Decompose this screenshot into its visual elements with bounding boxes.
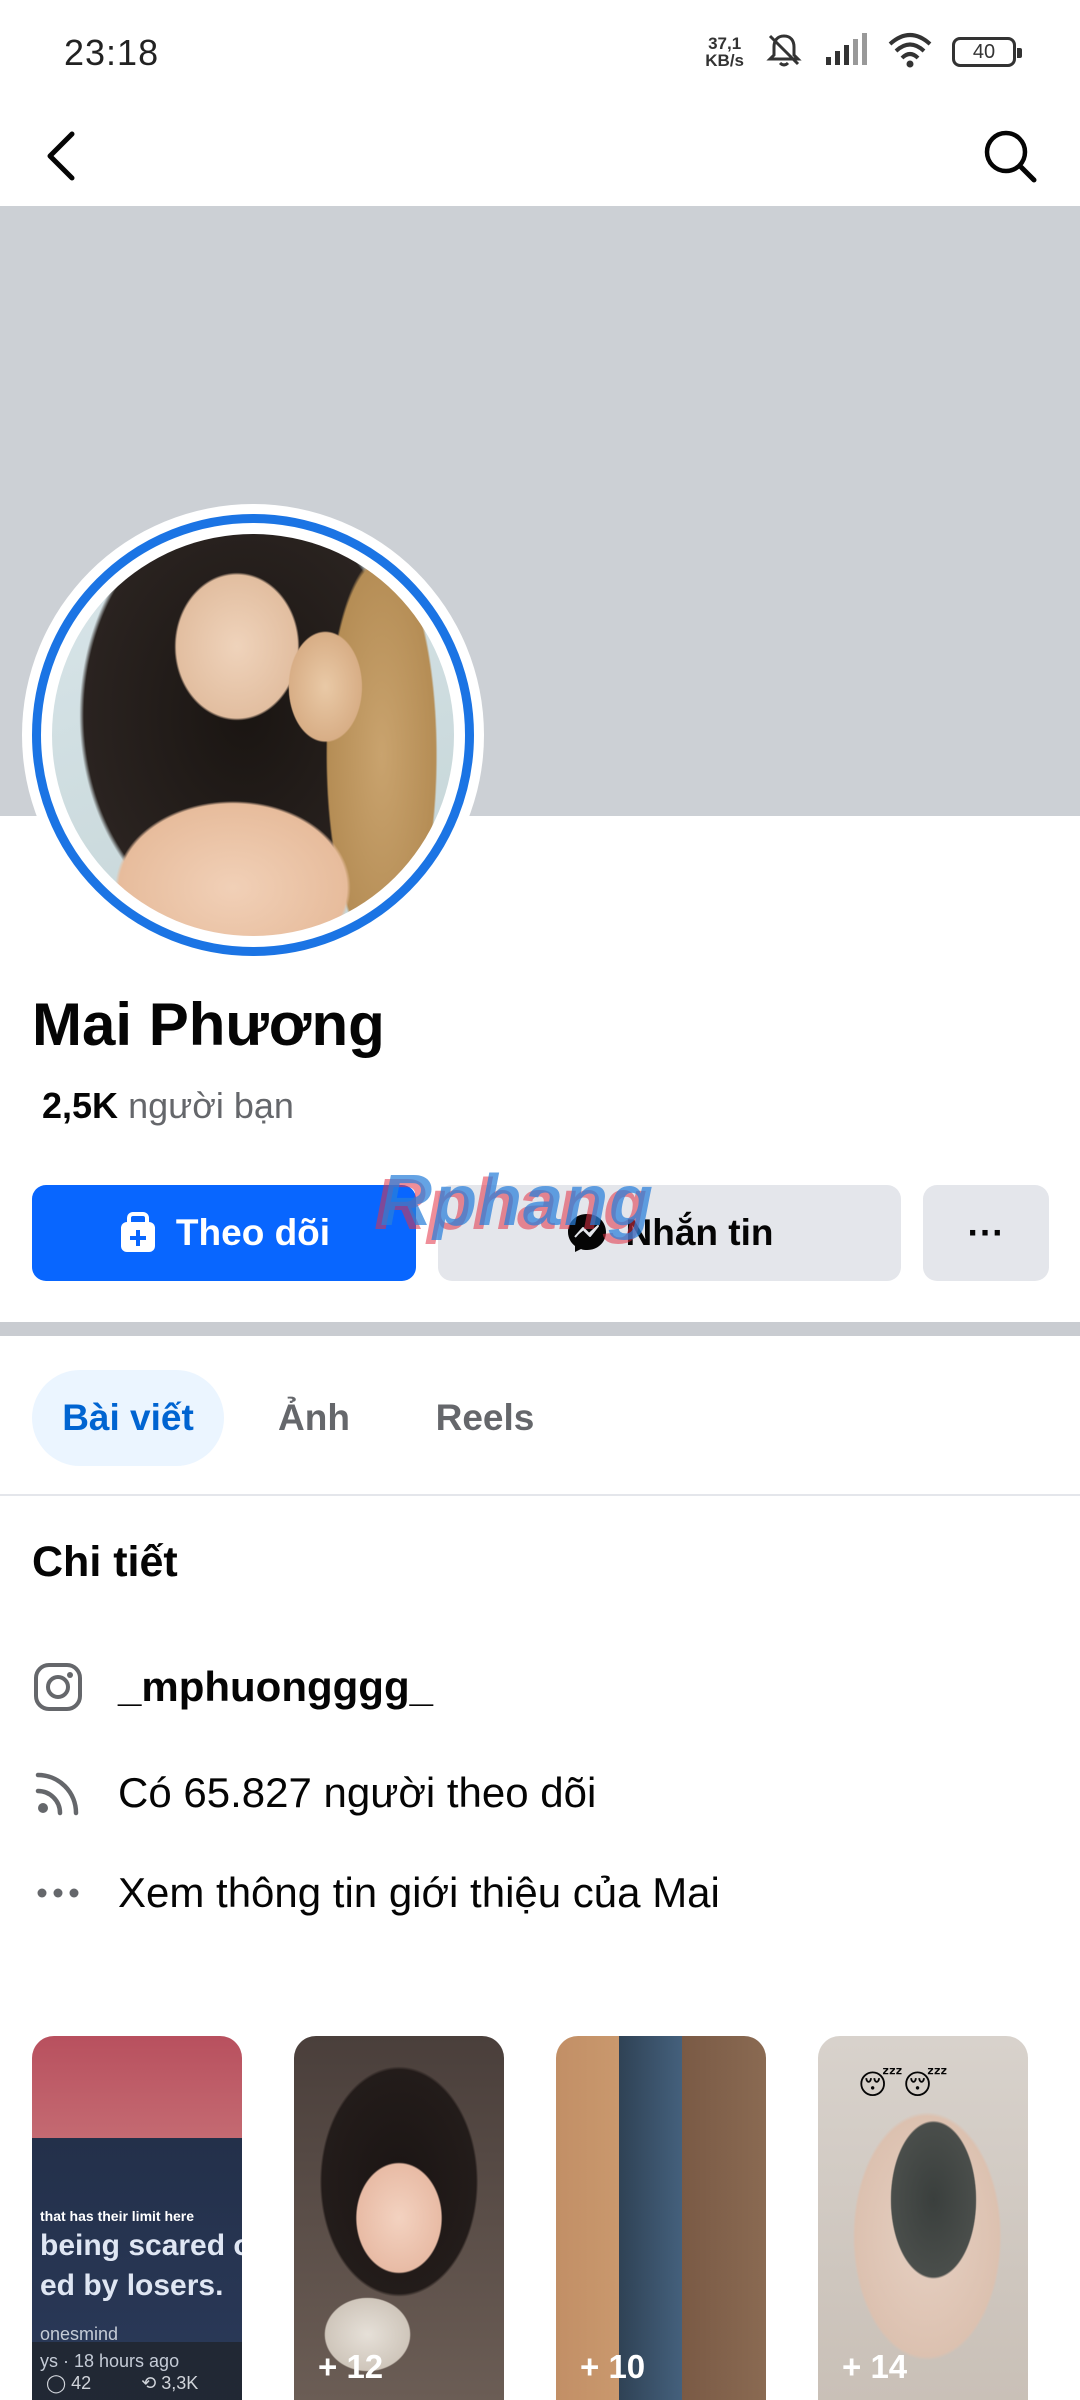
about-row[interactable]: Xem thông tin giới thiệu của Mai — [32, 1858, 720, 1928]
instagram-icon — [32, 1661, 84, 1713]
details-title: Chi tiết — [32, 1538, 178, 1586]
story-text: that has their limit here being scared o… — [40, 2208, 242, 2302]
mute-icon — [764, 30, 804, 75]
rss-icon — [32, 1767, 84, 1819]
watermark: Rphang — [380, 1161, 654, 1241]
tab-reels[interactable]: Reels — [410, 1370, 560, 1466]
section-divider — [0, 1322, 1080, 1336]
status-bar: 23:18 37,1 KB/s 40 — [0, 0, 1080, 106]
ellipsis-icon — [32, 1867, 84, 1919]
story-card[interactable]: + 10 — [556, 2036, 766, 2400]
story-count: + 10 — [580, 2348, 646, 2385]
featured-stories: that has their limit here being scared o… — [32, 2036, 1062, 2400]
story-count: + 14 — [842, 2348, 908, 2385]
instagram-handle: _mphuongggg_ — [118, 1663, 433, 1710]
follow-button[interactable]: Theo dõi — [32, 1185, 416, 1281]
instagram-link[interactable]: _mphuongggg_ — [32, 1652, 433, 1722]
avatar-image — [52, 534, 454, 936]
story-card[interactable]: 😴😴 + 14 — [818, 2036, 1028, 2400]
profile-avatar[interactable] — [22, 504, 484, 966]
friends-label: người bạn — [128, 1085, 294, 1126]
sleeping-emoji: 😴😴 — [858, 2069, 948, 2100]
story-meta: onesmind ys · 18 hours ago — [40, 2324, 180, 2371]
about-text: Xem thông tin giới thiệu của Mai — [118, 1869, 720, 1916]
more-icon: ··· — [967, 1212, 1005, 1253]
more-options-button[interactable]: ··· — [923, 1185, 1049, 1281]
top-nav-bar — [0, 106, 1080, 206]
network-speed: 37,1 KB/s — [705, 34, 744, 70]
story-card[interactable]: + 12 — [294, 2036, 504, 2400]
comment-count: ◯ 42 — [46, 2373, 92, 2393]
search-icon — [984, 130, 1037, 183]
profile-name: Mai Phương — [32, 991, 385, 1058]
status-icons: 37,1 KB/s 40 — [705, 30, 1022, 75]
friends-count[interactable]: 2,5K người bạn — [42, 1085, 294, 1127]
story-card[interactable]: that has their limit here being scared o… — [32, 2036, 242, 2400]
follow-label: Theo dõi — [175, 1212, 331, 1253]
chevron-left-icon — [47, 131, 75, 181]
story-count: + 12 — [318, 2348, 384, 2385]
share-count: ⟲ 3,3K — [141, 2373, 199, 2393]
friends-number: 2,5K — [42, 1085, 119, 1126]
search-button[interactable] — [972, 118, 1048, 194]
status-time: 23:18 — [64, 32, 160, 73]
back-button[interactable] — [24, 118, 100, 194]
follow-icon — [120, 1212, 155, 1252]
signal-icon — [824, 32, 868, 72]
wifi-icon — [888, 32, 932, 73]
followers-text: Có 65.827 người theo dõi — [118, 1769, 597, 1816]
tab-photos[interactable]: Ảnh — [254, 1370, 374, 1466]
profile-tabs: Bài viết Ảnh Reels — [0, 1336, 1080, 1496]
tab-posts[interactable]: Bài viết — [32, 1370, 224, 1466]
followers-row[interactable]: Có 65.827 người theo dõi — [32, 1758, 596, 1828]
story-ring — [32, 514, 474, 956]
battery-icon: 40 — [952, 37, 1022, 67]
story-stats: ◯ 42 ⟲ 3,3K — [46, 2373, 198, 2394]
